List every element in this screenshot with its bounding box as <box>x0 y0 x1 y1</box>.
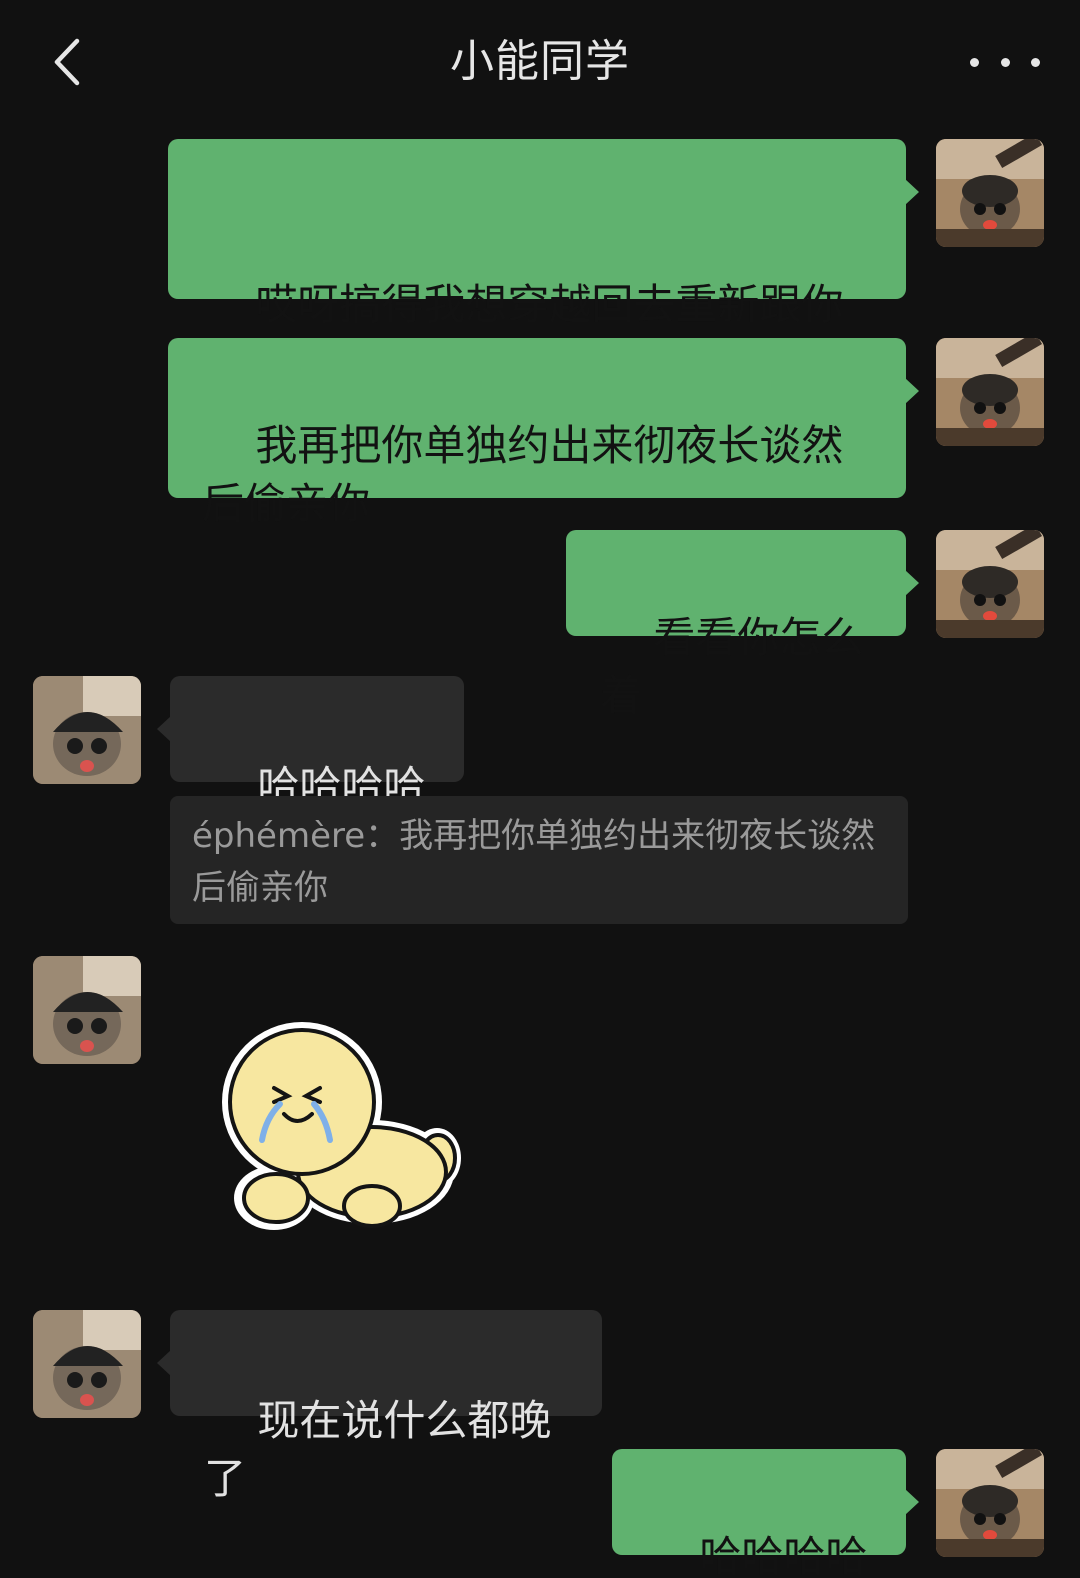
cat-helmet-avatar-icon <box>33 1310 141 1418</box>
cat-pilot-avatar-icon <box>936 139 1044 247</box>
cat-helmet-avatar-icon <box>33 956 141 1064</box>
message-bubble-received[interactable]: 哈哈哈哈哈 <box>157 676 464 869</box>
chat-screen: 小能同学 哎呀搞得我想穿越回去重新跟你暧昧一遍 我再把你单独约出来彻夜长谈然后偷… <box>0 0 1080 1578</box>
cat-pilot-avatar-icon <box>936 1449 1044 1557</box>
my-avatar[interactable] <box>936 1449 1044 1557</box>
more-dots-icon <box>970 57 979 67</box>
my-avatar[interactable] <box>936 338 1044 446</box>
message-bubble-sent[interactable]: 哈哈哈哈哈 <box>612 1449 919 1578</box>
message-text: 我再把你单独约出来彻夜长谈然后偷亲你 <box>202 421 844 528</box>
message-text: 哈哈哈哈哈 <box>699 1532 868 1578</box>
message-bubble-received[interactable]: 现在说什么都晚了 <box>157 1310 602 1503</box>
quote-author: éphémère <box>192 816 366 856</box>
quoted-message[interactable]: éphémère：我再把你单独约出来彻夜长谈然后偷亲你 <box>170 796 908 924</box>
contact-avatar[interactable] <box>33 1310 141 1418</box>
chat-title: 小能同学 <box>450 36 630 87</box>
more-options-button[interactable] <box>970 46 1040 78</box>
cat-helmet-avatar-icon <box>33 676 141 784</box>
message-bubble-sent[interactable]: 我再把你单独约出来彻夜长谈然后偷亲你 <box>168 338 919 528</box>
contact-avatar[interactable] <box>33 676 141 784</box>
my-avatar[interactable] <box>936 530 1044 638</box>
my-avatar[interactable] <box>936 139 1044 247</box>
message-text: 现在说什么都晚了 <box>204 1396 552 1503</box>
message-bubble-sent[interactable]: 看看你怎么着 <box>566 530 919 720</box>
contact-avatar[interactable] <box>33 956 141 1064</box>
message-bubble-sent[interactable]: 哎呀搞得我想穿越回去重新跟你暧昧一遍 <box>168 139 919 387</box>
chat-header: 小能同学 <box>0 0 1080 120</box>
cat-pilot-avatar-icon <box>936 530 1044 638</box>
message-text: 看看你怎么着 <box>600 613 864 720</box>
cat-pilot-avatar-icon <box>936 338 1044 446</box>
crying-yellow-blob-sticker[interactable] <box>222 1022 462 1234</box>
